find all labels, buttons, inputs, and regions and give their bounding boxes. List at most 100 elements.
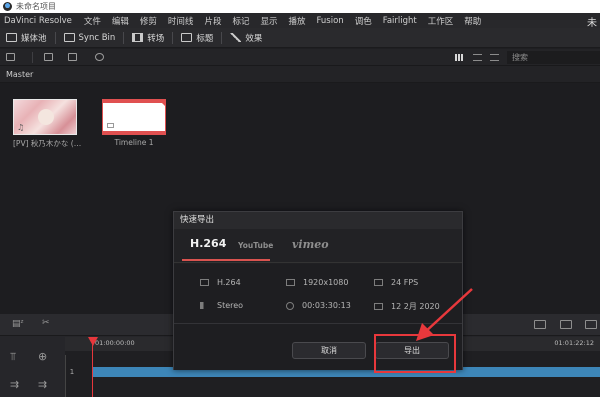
toolbar-divider [172, 31, 174, 44]
timeline-corner-flag [158, 99, 166, 107]
sync-bin-icon [63, 33, 75, 42]
sync-icon[interactable] [95, 53, 104, 61]
timeline-zoom-icon[interactable] [560, 320, 572, 329]
menu-view[interactable]: 显示 [260, 15, 277, 27]
transitions-label: 转场 [147, 33, 165, 44]
menu-mark[interactable]: 标记 [232, 15, 249, 27]
toolbar-divider [221, 31, 223, 44]
audio-info: Stereo [200, 301, 243, 310]
video-thumbnail: ♫ [13, 99, 77, 135]
new-bin-icon[interactable] [68, 53, 77, 61]
toolbar-divider [54, 31, 56, 44]
audio-track-icon[interactable]: ⇉ [10, 378, 19, 391]
timeline-thumb-bar [103, 131, 165, 134]
menu-file[interactable]: 文件 [84, 15, 101, 27]
thumbnail-image [38, 109, 54, 125]
bin-header: Master [0, 66, 600, 83]
titles-label: 标题 [196, 33, 214, 44]
thumbnail-view-icon[interactable] [455, 54, 463, 61]
menu-app[interactable]: DaVinci Resolve [4, 16, 72, 26]
clip-item[interactable]: ♫ [PV] 秋乃木かな (… [13, 99, 81, 149]
duration-value: 00:03:30:13 [302, 301, 351, 310]
calendar-icon [374, 303, 383, 310]
resolution-icon [286, 279, 295, 286]
codec-value: H.264 [217, 278, 241, 287]
active-tab-indicator [182, 259, 270, 261]
audio-lock-icon[interactable]: ⇉ [38, 378, 47, 391]
menu-color[interactable]: 调色 [355, 15, 372, 27]
menu-edit[interactable]: 编辑 [112, 15, 129, 27]
menu-trim[interactable]: 修剪 [140, 15, 157, 27]
playhead-line[interactable] [92, 344, 93, 397]
codec-icon [200, 279, 209, 286]
media-pool-toolbar: 搜索 [0, 49, 600, 66]
window-title: 未命名项目 [16, 2, 56, 11]
magic-wand-icon [230, 33, 242, 42]
transitions-icon [132, 33, 144, 42]
bin-list-toggle-icon[interactable] [6, 53, 15, 61]
menu-fairlight[interactable]: Fairlight [383, 16, 417, 26]
scissors-icon[interactable]: ✂ [42, 318, 50, 328]
main-toolbar: 媒体池 Sync Bin 转场 标题 效果 [0, 28, 600, 48]
timeline-layout-icon[interactable] [534, 320, 546, 329]
menu-playback[interactable]: 播放 [288, 15, 305, 27]
sync-bin-button[interactable]: Sync Bin [63, 28, 116, 48]
menu-fusion[interactable]: Fusion [317, 16, 344, 26]
resolution-info: 1920x1080 [286, 278, 348, 287]
effects-button[interactable]: 效果 [230, 28, 262, 48]
resolution-value: 1920x1080 [303, 278, 349, 287]
codec-info: H.264 [200, 278, 241, 287]
project-name-corner: 未 [587, 18, 597, 29]
track-lock-icon[interactable]: ⊕ [38, 350, 47, 363]
tab-youtube[interactable]: YouTube [238, 241, 273, 250]
media-pool-label: 媒体池 [21, 33, 47, 44]
search-input[interactable]: 搜索 [507, 51, 600, 64]
clip-label: [PV] 秋乃木かな (… [13, 139, 82, 148]
effects-label: 效果 [245, 33, 263, 44]
audio-value: Stereo [217, 301, 244, 310]
sync-bin-label: Sync Bin [78, 32, 116, 43]
track-number: 1 [69, 368, 75, 376]
timeline-thumbnail [102, 99, 166, 135]
film-icon [374, 279, 383, 286]
timecode-start: 01:00:00:00 [95, 339, 135, 347]
timeline-view-options-icon[interactable]: ▤ᶻ [12, 319, 24, 329]
speaker-icon [200, 302, 209, 309]
duration-info: 00:03:30:13 [286, 301, 351, 310]
timecode-end: 01:01:22:12 [554, 339, 594, 347]
titles-icon [181, 33, 193, 42]
toolbar-divider [32, 52, 33, 63]
track-header-divider [65, 355, 66, 397]
menu-timeline[interactable]: 时间线 [168, 15, 194, 27]
menu-help[interactable]: 帮助 [464, 15, 481, 27]
tab-h264[interactable]: H.264 [190, 237, 226, 250]
arrow-shaft [423, 288, 473, 334]
clock-icon [286, 301, 294, 310]
window-titlebar: 未命名项目 [0, 0, 600, 13]
timeline-settings-icon[interactable] [585, 320, 597, 329]
import-media-icon[interactable] [44, 53, 53, 61]
annotation-arrow-icon [416, 288, 473, 341]
metadata-view-icon[interactable] [490, 54, 499, 61]
export-preset-tabs: H.264 YouTube vimeo [174, 229, 462, 263]
davinci-logo-icon [3, 2, 12, 11]
menu-clip[interactable]: 片段 [204, 15, 221, 27]
timeline-thumb-bar [103, 100, 165, 103]
track-select-icon[interactable]: ⫪ [10, 350, 16, 364]
media-pool-button[interactable]: 媒体池 [6, 28, 47, 48]
music-note-icon: ♫ [17, 123, 25, 132]
clip-label: Timeline 1 [114, 138, 154, 147]
cancel-button[interactable]: 取消 [292, 342, 366, 359]
playhead-marker[interactable] [88, 337, 98, 346]
dialog-title: 快速导出 [174, 212, 462, 229]
toolbar-divider [123, 31, 125, 44]
media-pool-icon [6, 33, 17, 42]
titles-button[interactable]: 标题 [181, 28, 213, 48]
menu-workspace[interactable]: 工作区 [428, 15, 454, 27]
transitions-button[interactable]: 转场 [132, 28, 164, 48]
timeline-icon [107, 123, 114, 128]
menu-bar: DaVinci Resolve 文件 编辑 修剪 时间线 片段 标记 显示 播放… [0, 13, 600, 29]
list-view-icon[interactable] [473, 54, 482, 61]
tab-vimeo[interactable]: vimeo [292, 238, 329, 251]
timeline-item[interactable]: Timeline 1 [102, 99, 166, 147]
